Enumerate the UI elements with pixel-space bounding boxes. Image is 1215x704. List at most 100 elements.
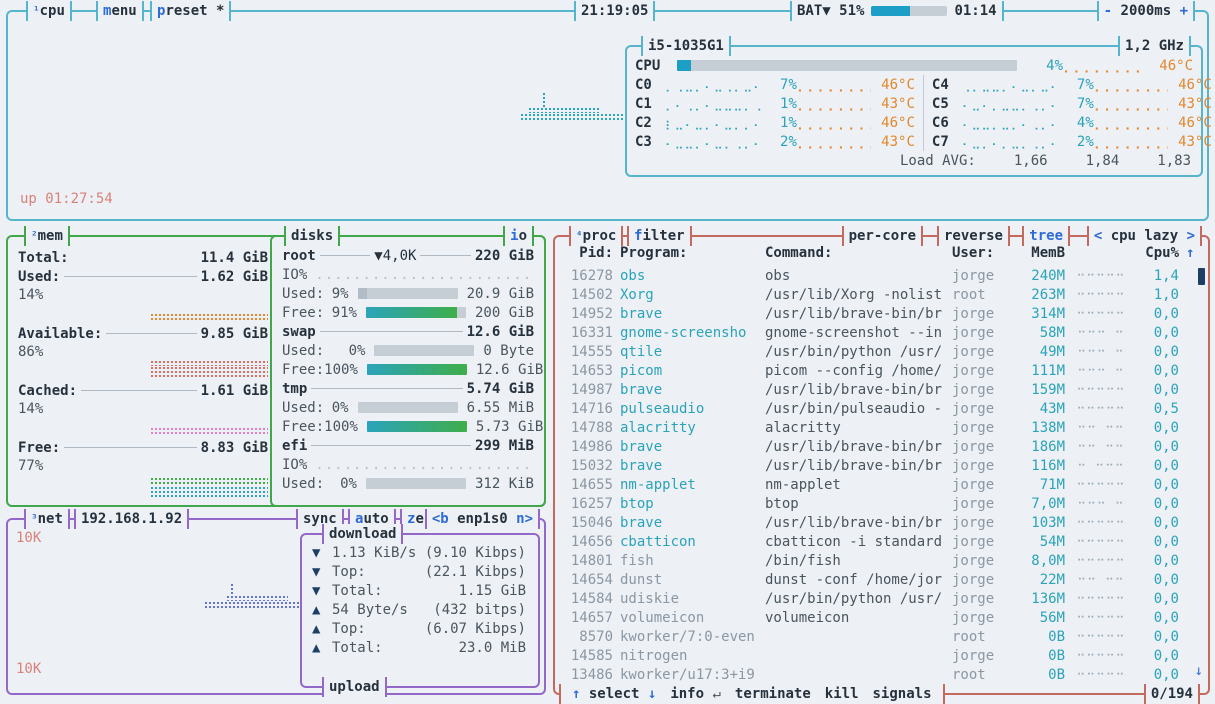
interface-prev-button[interactable]: <b	[432, 511, 449, 527]
table-row[interactable]: 14585 nitrogen jorge 0B ⠒⠒⠒⠒⠒ 0,0	[555, 646, 1208, 665]
process-pid: 14952	[570, 305, 613, 322]
column-program[interactable]: Program:	[620, 245, 758, 261]
table-row[interactable]: 14986 brave /usr/lib/brave-bin/br jorge …	[555, 437, 1208, 456]
table-row[interactable]: 14656 cbatticon cbatticon -i standard jo…	[555, 532, 1208, 551]
interval-minus-button[interactable]: -	[1104, 3, 1112, 19]
battery-percent: 51%	[839, 3, 865, 19]
sort-next-button[interactable]: >	[1187, 228, 1195, 244]
table-row[interactable]: 14584 udiskie /usr/bin/python /usr/ jorg…	[555, 589, 1208, 608]
table-row[interactable]: 16331 gnome-screensho gnome-screenshot -…	[555, 323, 1208, 342]
direction-arrow-icon: ▲	[312, 601, 321, 618]
process-panel-title[interactable]: ⁴proc	[569, 226, 624, 246]
filter-button[interactable]: filter	[627, 226, 692, 246]
column-pid[interactable]: Pid:	[563, 245, 613, 261]
core-usage-graph: ⡆⣀⠄⣀⡀⠄⣀⡀⡀⠄	[665, 115, 763, 130]
column-user[interactable]: User:	[952, 245, 1008, 261]
interface-next-button[interactable]: n>	[516, 511, 533, 527]
table-row[interactable]: 14952 brave /usr/lib/brave-bin/br jorge …	[555, 304, 1208, 323]
table-row[interactable]: 13486 kworker/u17:3+i9 root 0B ⠒⠒⠒⠒⠒ 0,0	[555, 665, 1208, 684]
core-column-right: C4 ⢀⡀⣀⣀⡀⠄⣀⡀⣀⠄ 7% ⡀⡀⡀⡀⡀⡀⡀⡀⡀ 46°C C5 ⠄⣀⠄⡀⣀…	[922, 75, 1212, 151]
memory-section-value: 9.85 GiB	[200, 325, 268, 342]
table-row[interactable]: 14801 fish /bin/fish jorge 8,0M ⠒⠒⠒⠒⠒ 0,…	[555, 551, 1208, 570]
process-cpu-percent: 0,0	[1153, 609, 1179, 626]
scrollbar-thumb[interactable]	[1198, 268, 1205, 285]
disk-free-meter	[365, 307, 466, 318]
process-name: brave	[620, 305, 663, 322]
reverse-toggle[interactable]: reverse	[936, 226, 1010, 246]
preset-button[interactable]: preset *	[150, 1, 232, 21]
info-button[interactable]: info ↵	[664, 684, 727, 704]
network-panel-title[interactable]: ³net	[24, 509, 70, 529]
uptime-label: up 01:27:54	[20, 191, 113, 207]
kill-button[interactable]: kill	[818, 684, 865, 704]
cpu-panel-title[interactable]: ¹cpu	[26, 1, 72, 21]
disks-panel: disks io root ▼4,0K 220 GiB IO% ........…	[270, 226, 546, 507]
process-command: /usr/bin/python /usr/	[765, 343, 943, 360]
table-row[interactable]: 14654 dunst dunst -conf /home/jor jorge …	[555, 570, 1208, 589]
process-name: picom	[620, 362, 663, 379]
process-memory: 138M	[1031, 419, 1065, 436]
table-row[interactable]: 14788 alacritty alacritty jorge 138M ⠒⠒ …	[555, 418, 1208, 437]
memory-section-percent: 14%	[18, 401, 44, 417]
memory-section: Used: 1.62 GiB 14%	[18, 267, 268, 324]
core-usage-graph: ⢀⡀⣀⣀⡀⠄⣀⡀⣀⠄	[961, 77, 1060, 92]
process-name: kworker/7:0-even	[620, 628, 755, 645]
cpu-hotkey-number: ¹	[33, 4, 40, 17]
direction-arrow-icon: ▲	[312, 639, 321, 656]
memory-panel-title[interactable]: ²mem	[24, 226, 70, 246]
sort-prev-button[interactable]: <	[1094, 228, 1102, 244]
sort-mode-label: cpu lazy	[1110, 228, 1179, 244]
process-memory: 159M	[1031, 381, 1065, 398]
process-command: /usr/lib/brave-bin/br	[765, 438, 943, 455]
interval-plus-button[interactable]: +	[1180, 3, 1188, 19]
table-row[interactable]: 14502 Xorg /usr/lib/Xorg -nolist root 26…	[555, 285, 1208, 304]
net-scale-top: 10K	[16, 530, 42, 546]
disk-used-value: 312 KiB	[474, 475, 534, 492]
disks-panel-title[interactable]: disks	[284, 226, 341, 246]
per-core-toggle[interactable]: per-core	[841, 226, 923, 246]
table-row[interactable]: 14655 nm-applet nm-applet jorge 71M ⠒⠒⠒⠒…	[555, 475, 1208, 494]
mem-hotkey-number: ²	[31, 229, 38, 242]
table-row[interactable]: 8570 kworker/7:0-even root 0B ⠒⠒⠒⠒⠒ 0,0	[555, 627, 1208, 646]
column-command[interactable]: Command:	[765, 245, 945, 261]
disk-free-row: Free: 100% 12.6 GiB	[282, 360, 543, 379]
process-pid: 14654	[570, 571, 613, 588]
process-user: jorge	[952, 476, 995, 493]
disk-used-row: Used: 9% 20.9 GiB	[282, 284, 534, 303]
tree-toggle[interactable]: tree	[1022, 226, 1070, 246]
table-row[interactable]: 16278 obs obs jorge 240M ⠒⠒⠒⠒⠒ 1,4	[555, 266, 1208, 285]
menu-button[interactable]: menu	[96, 1, 144, 21]
column-cpu[interactable]: Cpu%	[1137, 245, 1179, 261]
core-percent: 1%	[780, 95, 797, 112]
process-memory: 0B	[1048, 628, 1065, 645]
process-cpu-percent: 0,0	[1153, 590, 1179, 607]
memory-section-header: Cached: 1.61 GiB	[18, 381, 268, 400]
core-temp-meter: ⡀⡀⡀⡀⡀⡀⡀⡀⡀	[796, 76, 871, 93]
table-row[interactable]: 16257 btop btop jorge 7,0M ⠒⠒⠒ ⠒ 0,0	[555, 494, 1208, 513]
disk-used-row: Used: 0% 6.55 MiB	[282, 398, 534, 417]
process-cpu-percent: 0,0	[1153, 552, 1179, 569]
interface-selector: <b enp1s0 n>	[424, 509, 540, 529]
battery-time: 01:14	[954, 3, 997, 19]
table-row[interactable]: 14657 volumeicon volumeicon jorge 56M ⠒⠒…	[555, 608, 1208, 627]
network-stat-label: 1.13 KiB/s	[332, 544, 417, 561]
disk-free-value: 5.73 GiB	[475, 418, 544, 435]
process-memory: 22M	[1039, 571, 1065, 588]
table-row[interactable]: 14653 picom picom --config /home/ jorge …	[555, 361, 1208, 380]
select-control[interactable]: ↑ select ↓	[566, 684, 663, 704]
process-name: Xorg	[620, 286, 654, 303]
table-row[interactable]: 15032 brave /usr/lib/brave-bin/br jorge …	[555, 456, 1208, 475]
signals-button[interactable]: signals	[866, 684, 938, 704]
load-average-1m: 1,66	[1013, 152, 1048, 169]
terminate-button[interactable]: terminate	[728, 684, 817, 704]
column-memory[interactable]: MemB	[1015, 245, 1065, 261]
table-row[interactable]: 15046 brave /usr/lib/brave-bin/br jorge …	[555, 513, 1208, 532]
core-percent: 7%	[1076, 76, 1094, 93]
process-user: jorge	[952, 267, 995, 284]
process-cpu-graph: ⠒⠒⠒⠒⠒	[1076, 591, 1126, 606]
table-row[interactable]: 14716 pulseaudio /usr/bin/pulseaudio - j…	[555, 399, 1208, 418]
table-row[interactable]: 14987 brave /usr/lib/brave-bin/br jorge …	[555, 380, 1208, 399]
table-row[interactable]: 14555 qtile /usr/bin/python /usr/ jorge …	[555, 342, 1208, 361]
cpu-total-meter	[677, 60, 1017, 71]
io-mode-toggle[interactable]: io	[503, 226, 534, 246]
